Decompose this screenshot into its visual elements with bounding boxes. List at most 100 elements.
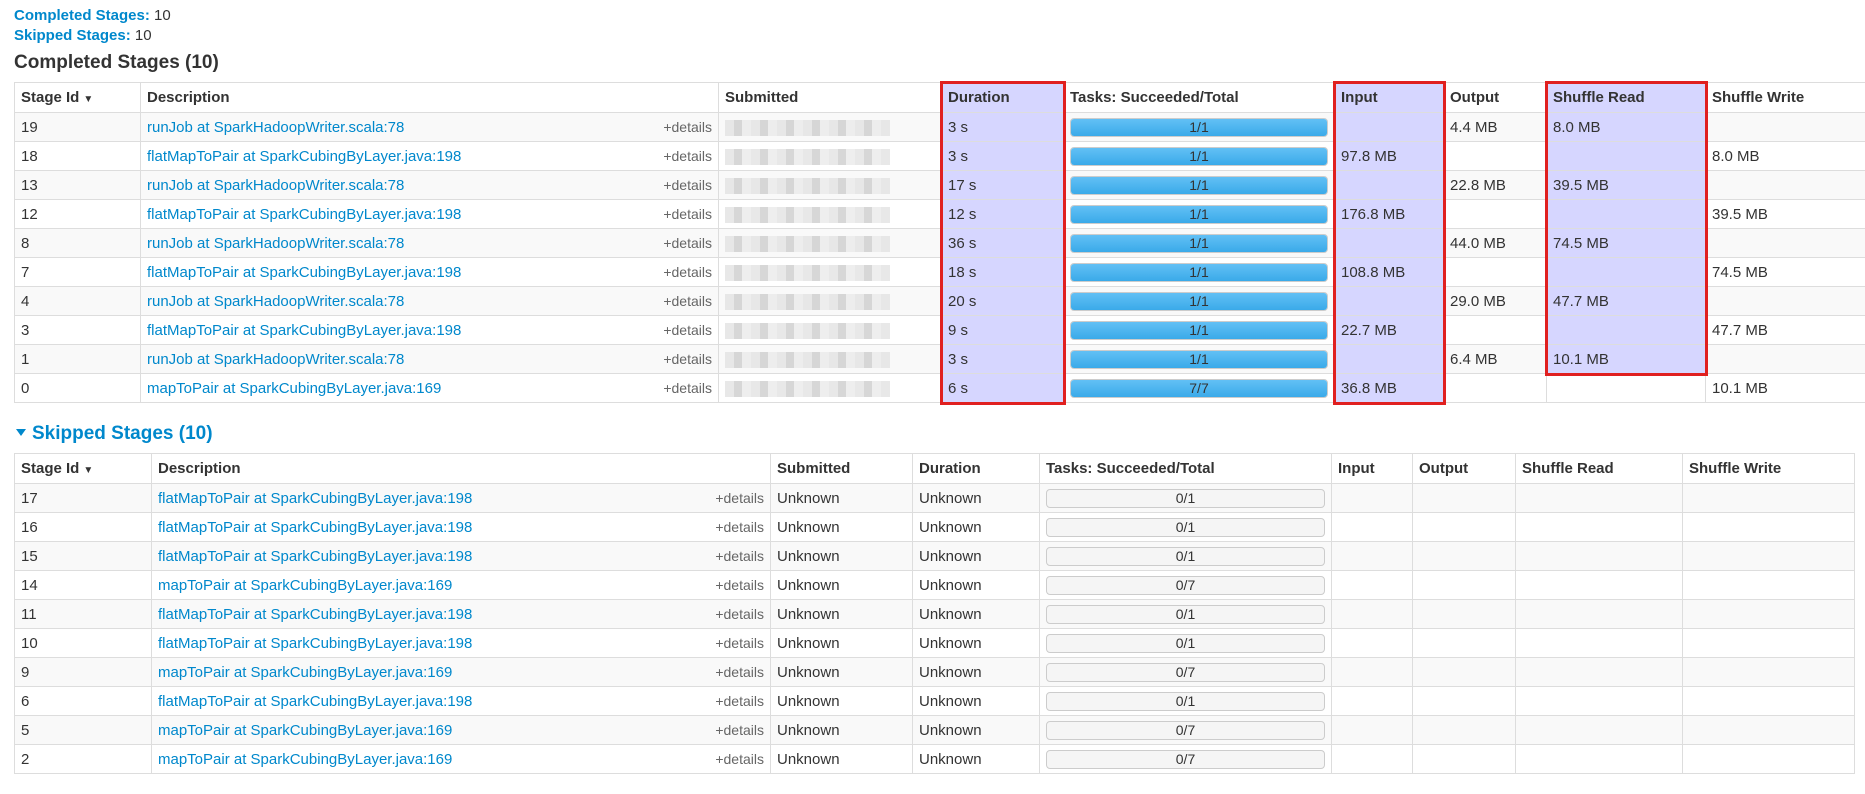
stage-description-link[interactable]: runJob at SparkHadoopWriter.scala:78 xyxy=(147,177,404,194)
stage-id-cell: 3 xyxy=(14,315,141,345)
stage-description-link[interactable]: flatMapToPair at SparkCubingByLayer.java… xyxy=(158,490,472,507)
stage-description-link[interactable]: mapToPair at SparkCubingByLayer.java:169 xyxy=(158,577,452,594)
submitted-cell: Unknown xyxy=(770,744,913,774)
stage-details-toggle[interactable]: +details xyxy=(663,148,712,164)
duration-cell: 6 s xyxy=(941,373,1064,403)
skipped-stages-title[interactable]: Skipped Stages (10) xyxy=(14,421,1865,447)
shuffle-write-cell xyxy=(1705,228,1865,258)
tasks-progress-text: 1/1 xyxy=(1189,263,1209,280)
tasks-cell: 1/1 xyxy=(1063,257,1335,287)
stage-description-link[interactable]: mapToPair at SparkCubingByLayer.java:169 xyxy=(158,664,452,681)
description-cell: mapToPair at SparkCubingByLayer.java:169… xyxy=(151,657,771,687)
stage-description-link[interactable]: flatMapToPair at SparkCubingByLayer.java… xyxy=(147,148,461,165)
stage-details-toggle[interactable]: +details xyxy=(715,722,764,738)
completed-header-stage-id[interactable]: Stage Id ▼ xyxy=(14,82,141,113)
tasks-progress-text: 1/1 xyxy=(1189,118,1209,135)
collapse-caret-icon[interactable] xyxy=(16,428,26,436)
stage-details-toggle[interactable]: +details xyxy=(715,751,764,767)
stage-details-toggle[interactable]: +details xyxy=(715,519,764,535)
stage-description-link[interactable]: runJob at SparkHadoopWriter.scala:78 xyxy=(147,351,404,368)
skipped-header-input[interactable]: Input xyxy=(1331,453,1413,484)
stage-description-link[interactable]: flatMapToPair at SparkCubingByLayer.java… xyxy=(147,264,461,281)
skipped-header-description[interactable]: Description xyxy=(151,453,771,484)
completed-header-input[interactable]: Input xyxy=(1334,82,1444,113)
stage-description-link[interactable]: runJob at SparkHadoopWriter.scala:78 xyxy=(147,119,404,136)
skipped-stage-row: 17 flatMapToPair at SparkCubingByLayer.ja… xyxy=(14,483,1855,513)
stage-details-toggle[interactable]: +details xyxy=(663,351,712,367)
summary-completed: Completed Stages: 10 xyxy=(14,6,1865,26)
skipped-stages-title-text: Skipped Stages (10) xyxy=(32,423,213,444)
output-cell: 4.4 MB xyxy=(1443,112,1547,142)
shuffle-write-cell xyxy=(1682,483,1855,513)
tasks-progress-text: 0/1 xyxy=(1175,518,1196,535)
stage-description-link[interactable]: flatMapToPair at SparkCubingByLayer.java… xyxy=(158,606,472,623)
stage-description-link[interactable]: flatMapToPair at SparkCubingByLayer.java… xyxy=(158,693,472,710)
skipped-header-stage-id[interactable]: Stage Id ▼ xyxy=(14,453,152,484)
stage-description-link[interactable]: runJob at SparkHadoopWriter.scala:78 xyxy=(147,293,404,310)
skipped-header-duration[interactable]: Duration xyxy=(912,453,1040,484)
output-cell xyxy=(1412,541,1516,571)
skipped-header-submitted[interactable]: Submitted xyxy=(770,453,913,484)
stage-description-link[interactable]: flatMapToPair at SparkCubingByLayer.java… xyxy=(147,206,461,223)
skipped-stages-link[interactable]: Skipped Stages: xyxy=(14,27,131,44)
stage-details-toggle[interactable]: +details xyxy=(663,322,712,338)
stage-description-link[interactable]: mapToPair at SparkCubingByLayer.java:169 xyxy=(158,751,452,768)
completed-header-output[interactable]: Output xyxy=(1443,82,1547,113)
stage-details-toggle[interactable]: +details xyxy=(663,380,712,396)
stage-details-toggle[interactable]: +details xyxy=(715,490,764,506)
stage-details-toggle[interactable]: +details xyxy=(715,548,764,564)
stage-description-link[interactable]: runJob at SparkHadoopWriter.scala:78 xyxy=(147,235,404,252)
output-cell: 44.0 MB xyxy=(1443,228,1547,258)
skipped-header-output[interactable]: Output xyxy=(1412,453,1516,484)
output-cell xyxy=(1443,315,1547,345)
output-cell: 6.4 MB xyxy=(1443,344,1547,374)
completed-header-shuffle-read[interactable]: Shuffle Read xyxy=(1546,82,1706,113)
completed-header-duration[interactable]: Duration xyxy=(941,82,1064,113)
stage-description-link[interactable]: mapToPair at SparkCubingByLayer.java:169 xyxy=(158,722,452,739)
completed-stages-link[interactable]: Completed Stages: xyxy=(14,7,150,24)
tasks-progress-text: 1/1 xyxy=(1189,147,1209,164)
skipped-header-tasks[interactable]: Tasks: Succeeded/Total xyxy=(1039,453,1332,484)
stage-description-link[interactable]: flatMapToPair at SparkCubingByLayer.java… xyxy=(158,548,472,565)
completed-header-submitted[interactable]: Submitted xyxy=(718,82,942,113)
tasks-progress-bar: 0/7 xyxy=(1046,662,1325,682)
completed-header-shuffle-write[interactable]: Shuffle Write xyxy=(1705,82,1865,113)
stage-details-toggle[interactable]: +details xyxy=(663,293,712,309)
stage-id-cell: 0 xyxy=(14,373,141,403)
stage-details-toggle[interactable]: +details xyxy=(715,577,764,593)
stage-details-toggle[interactable]: +details xyxy=(663,235,712,251)
skipped-header-shuffle-read[interactable]: Shuffle Read xyxy=(1515,453,1683,484)
shuffle-read-cell xyxy=(1515,541,1683,571)
description-cell: runJob at SparkHadoopWriter.scala:78 +det… xyxy=(140,170,719,200)
completed-stage-row: 8 runJob at SparkHadoopWriter.scala:78 +de… xyxy=(14,228,1865,258)
stage-details-toggle[interactable]: +details xyxy=(663,206,712,222)
stage-id-cell: 6 xyxy=(14,686,152,716)
input-cell xyxy=(1331,541,1413,571)
input-cell xyxy=(1334,344,1444,374)
completed-header-tasks[interactable]: Tasks: Succeeded/Total xyxy=(1063,82,1335,113)
stage-details-toggle[interactable]: +details xyxy=(663,177,712,193)
stage-details-toggle[interactable]: +details xyxy=(715,693,764,709)
stage-description-link[interactable]: flatMapToPair at SparkCubingByLayer.java… xyxy=(158,635,472,652)
skipped-stage-row: 6 flatMapToPair at SparkCubingByLayer.jav… xyxy=(14,686,1855,716)
skipped-header-shuffle-write[interactable]: Shuffle Write xyxy=(1682,453,1855,484)
tasks-progress-bar: 1/1 xyxy=(1070,320,1328,340)
stage-description-link[interactable]: flatMapToPair at SparkCubingByLayer.java… xyxy=(147,322,461,339)
completed-stage-row: 1 runJob at SparkHadoopWriter.scala:78 +de… xyxy=(14,344,1865,374)
stage-id-cell: 4 xyxy=(14,286,141,316)
duration-cell: Unknown xyxy=(912,686,1040,716)
stage-description-link[interactable]: mapToPair at SparkCubingByLayer.java:169 xyxy=(147,380,441,397)
input-cell xyxy=(1331,628,1413,658)
stage-description-link[interactable]: flatMapToPair at SparkCubingByLayer.java… xyxy=(158,519,472,536)
description-cell: runJob at SparkHadoopWriter.scala:78 +det… xyxy=(140,112,719,142)
tasks-progress-text: 0/1 xyxy=(1175,489,1196,506)
stage-details-toggle[interactable]: +details xyxy=(715,635,764,651)
skipped-stages-count: 10 xyxy=(134,27,152,44)
stage-details-toggle[interactable]: +details xyxy=(663,264,712,280)
stage-details-toggle[interactable]: +details xyxy=(715,664,764,680)
completed-header-description[interactable]: Description xyxy=(140,82,719,113)
tasks-cell: 1/1 xyxy=(1063,199,1335,229)
stage-details-toggle[interactable]: +details xyxy=(663,119,712,135)
shuffle-write-cell: 74.5 MB xyxy=(1705,257,1865,287)
stage-details-toggle[interactable]: +details xyxy=(715,606,764,622)
